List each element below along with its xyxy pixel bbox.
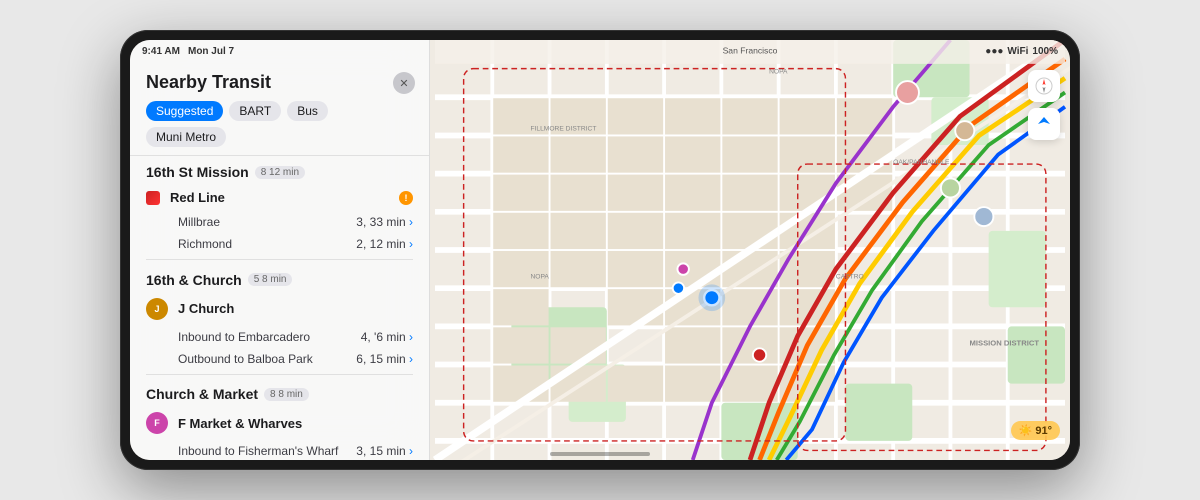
weather-badge: ☀️ 91° <box>1011 421 1060 440</box>
status-time: 9:41 AM <box>142 46 180 57</box>
svg-text:FILLMORE DISTRICT: FILLMORE DISTRICT <box>530 126 596 133</box>
location-button[interactable] <box>1028 108 1060 140</box>
filter-tab-bart[interactable]: BART <box>229 101 281 121</box>
map-svg: FILLMORE DISTRICT NOPA OAK/PANHANDLE CAS… <box>430 40 1070 460</box>
ipad-screen: 9:41 AM Mon Jul 7 ●●● WiFi 100% Nearby T… <box>130 40 1070 460</box>
map-area[interactable]: FILLMORE DISTRICT NOPA OAK/PANHANDLE CAS… <box>430 40 1070 460</box>
station-section-16th-church: 16th & Church 5 8 min J J Church Inbound… <box>130 264 429 370</box>
sidebar-content[interactable]: 16th St Mission 8 12 min Red Line ! Mill… <box>130 156 429 460</box>
close-button[interactable]: ✕ <box>393 72 415 94</box>
line-entry-red[interactable]: Red Line ! <box>130 184 429 211</box>
line-entry-j[interactable]: J J Church <box>130 292 429 326</box>
red-line-name: Red Line <box>170 190 389 205</box>
station-name-16th-church: 16th & Church <box>146 272 242 288</box>
f-line-name: F Market & Wharves <box>178 416 413 431</box>
direction-richmond[interactable]: Richmond 2, 12 min › <box>130 233 429 255</box>
station-section-church-market: Church & Market 8 8 min F F Market & Wha… <box>130 378 429 460</box>
red-line-icon <box>146 191 160 205</box>
station-name-church-market: Church & Market <box>146 386 258 402</box>
sidebar-header: Nearby Transit ✕ Suggested BART Bus Muni… <box>130 62 429 156</box>
j-line-name: J Church <box>178 301 413 316</box>
direction-richmond-times: 2, 12 min › <box>356 237 413 251</box>
direction-millbrae[interactable]: Millbrae 3, 33 min › <box>130 211 429 233</box>
filter-tabs: Suggested BART Bus Muni Metro <box>146 101 413 147</box>
direction-balboa-name: Outbound to Balboa Park <box>178 352 356 366</box>
station-badge-16th-mission: 8 12 min <box>255 166 305 179</box>
svg-text:MISSION DISTRICT: MISSION DISTRICT <box>970 338 1040 347</box>
direction-fishermans[interactable]: Inbound to Fisherman's Wharf 3, 15 min › <box>130 440 429 460</box>
status-battery: 100% <box>1032 46 1058 57</box>
direction-fishermans-name: Inbound to Fisherman's Wharf <box>178 444 356 458</box>
direction-embarcadero-inbound[interactable]: Inbound to Embarcadero 4, '6 min › <box>130 326 429 348</box>
station-header-16th-mission: 16th St Mission 8 12 min <box>130 156 429 184</box>
red-line-alert-icon: ! <box>399 191 413 205</box>
status-date: Mon Jul 7 <box>188 46 234 57</box>
filter-tab-suggested[interactable]: Suggested <box>146 101 223 121</box>
status-signal: ●●● <box>985 46 1003 57</box>
map-controls <box>1028 70 1060 140</box>
direction-richmond-name: Richmond <box>178 237 356 251</box>
sidebar-title: Nearby Transit <box>146 72 413 93</box>
status-bar-right: ●●● WiFi 100% <box>985 46 1058 57</box>
station-section-16th-mission: 16th St Mission 8 12 min Red Line ! Mill… <box>130 156 429 255</box>
divider-2 <box>146 374 413 375</box>
direction-fishermans-times: 3, 15 min › <box>356 444 413 458</box>
f-line-icon: F <box>146 412 168 434</box>
divider-1 <box>146 259 413 260</box>
svg-text:CASTRO: CASTRO <box>836 274 864 281</box>
direction-balboa-outbound[interactable]: Outbound to Balboa Park 6, 15 min › <box>130 348 429 370</box>
main-content: Nearby Transit ✕ Suggested BART Bus Muni… <box>130 40 1070 460</box>
j-line-icon: J <box>146 298 168 320</box>
filter-tab-muni[interactable]: Muni Metro <box>146 127 226 147</box>
weather-temp: 91° <box>1035 425 1052 437</box>
svg-text:OAK/PANHANDLE: OAK/PANHANDLE <box>893 159 950 166</box>
line-entry-f[interactable]: F F Market & Wharves <box>130 406 429 440</box>
direction-embarcadero-name: Inbound to Embarcadero <box>178 330 361 344</box>
direction-millbrae-times: 3, 33 min › <box>356 215 413 229</box>
filter-tab-bus[interactable]: Bus <box>287 101 328 121</box>
svg-text:NOPA: NOPA <box>530 274 549 281</box>
sidebar-panel: Nearby Transit ✕ Suggested BART Bus Muni… <box>130 40 430 460</box>
compass-button[interactable] <box>1028 70 1060 102</box>
direction-millbrae-name: Millbrae <box>178 215 356 229</box>
home-indicator <box>550 452 650 456</box>
status-bar-left: 9:41 AM Mon Jul 7 <box>142 46 234 57</box>
svg-text:NOPA: NOPA <box>769 68 788 75</box>
station-header-church-market: Church & Market 8 8 min <box>130 378 429 406</box>
direction-balboa-times: 6, 15 min › <box>356 352 413 366</box>
status-wifi: WiFi <box>1007 46 1028 57</box>
station-badge-16th-church: 5 8 min <box>248 273 293 286</box>
station-badge-church-market: 8 8 min <box>264 388 309 401</box>
status-bar: 9:41 AM Mon Jul 7 ●●● WiFi 100% <box>130 40 1070 62</box>
station-header-16th-church: 16th & Church 5 8 min <box>130 264 429 292</box>
direction-embarcadero-times: 4, '6 min › <box>361 330 413 344</box>
station-name-16th-mission: 16th St Mission <box>146 164 249 180</box>
ipad-frame: 9:41 AM Mon Jul 7 ●●● WiFi 100% Nearby T… <box>120 30 1080 470</box>
